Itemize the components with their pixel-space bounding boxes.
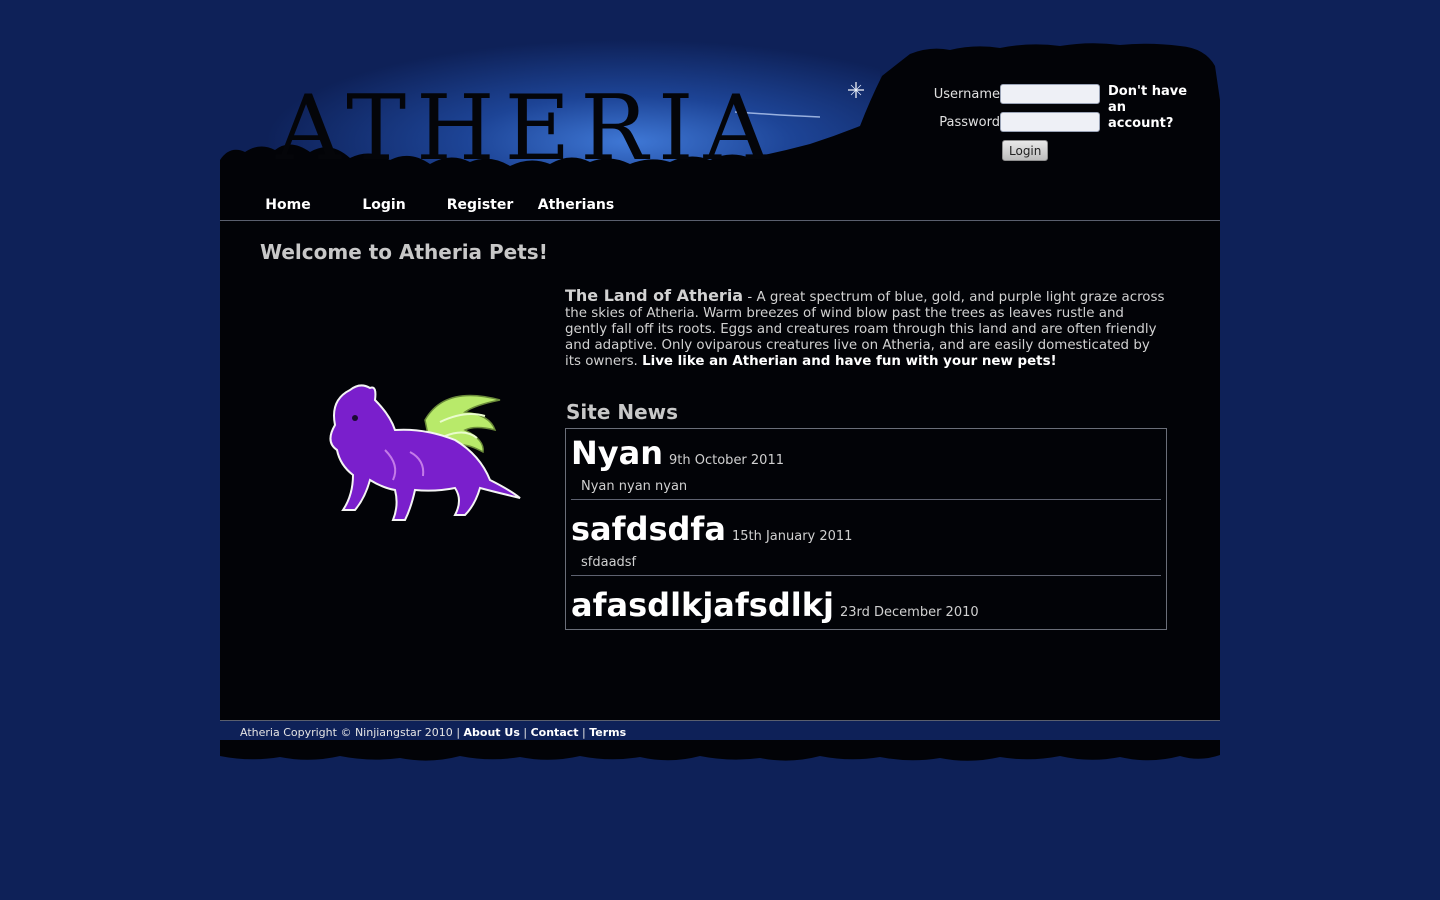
news-date: 9th October 2011	[669, 453, 784, 468]
nav-register[interactable]: Register	[432, 197, 528, 213]
footer-link-contact[interactable]: Contact	[531, 726, 579, 739]
news-date: 23rd December 2010	[839, 605, 979, 620]
pet-body	[329, 384, 521, 521]
username-input[interactable]	[1000, 84, 1100, 104]
page-title: Welcome to Atheria Pets!	[260, 240, 548, 264]
intro-lead: The Land of Atheria	[565, 286, 744, 305]
nav-divider	[220, 220, 1220, 221]
news-item: Nyan 9th October 2011 Nyan nyan nyan	[571, 437, 1161, 494]
nav-login[interactable]: Login	[336, 197, 432, 213]
login-form: Username Password Don't have an account?…	[920, 84, 1190, 164]
news-heading: Site News	[566, 400, 679, 424]
footer-link-about[interactable]: About Us	[464, 726, 520, 739]
news-list[interactable]: Nyan 9th October 2011 Nyan nyan nyan safd…	[565, 428, 1167, 630]
news-title: afasdlkjafsdlkj	[571, 586, 834, 624]
news-title: Nyan	[571, 434, 664, 472]
footer-divider	[220, 720, 1220, 721]
footer: Atheria Copyright © Ninjiangstar 2010 | …	[240, 726, 627, 739]
intro-tagline: Live like an Atherian and have fun with …	[642, 354, 1057, 369]
news-divider	[571, 499, 1161, 500]
news-title: safdsdfa	[571, 510, 726, 548]
signup-link[interactable]: Don't have an account?	[1108, 84, 1188, 132]
login-button[interactable]: Login	[1002, 140, 1049, 161]
password-label: Password	[939, 115, 1000, 130]
news-body: Nyan nyan nyan	[581, 479, 688, 494]
site-logo[interactable]: ATHERIA	[276, 84, 779, 174]
pet-illustration	[329, 384, 521, 521]
username-label: Username	[933, 87, 1000, 102]
password-input[interactable]	[1000, 112, 1100, 132]
site-container: ATHERIA Username Password Don't have an …	[220, 40, 1220, 765]
main-nav: Home Login Register Atherians	[220, 185, 1220, 220]
copyright-text: Atheria Copyright © Ninjiangstar 2010	[240, 726, 453, 739]
nav-atherians[interactable]: Atherians	[528, 197, 624, 213]
news-item: afasdlkjafsdlkj23rd December 2010 adsflk…	[571, 586, 1161, 629]
footer-ragged-edge	[220, 740, 1220, 761]
intro-paragraph: The Land of Atheria - A great spectrum o…	[565, 288, 1167, 370]
news-date: 15th January 2011	[731, 529, 853, 544]
footer-link-terms[interactable]: Terms	[589, 726, 626, 739]
news-divider	[571, 575, 1161, 576]
news-item: safdsdfa 15th January 2011 sfdaadsf	[571, 513, 1161, 570]
news-body: sfdaadsf	[581, 555, 637, 570]
nav-home[interactable]: Home	[240, 197, 336, 213]
